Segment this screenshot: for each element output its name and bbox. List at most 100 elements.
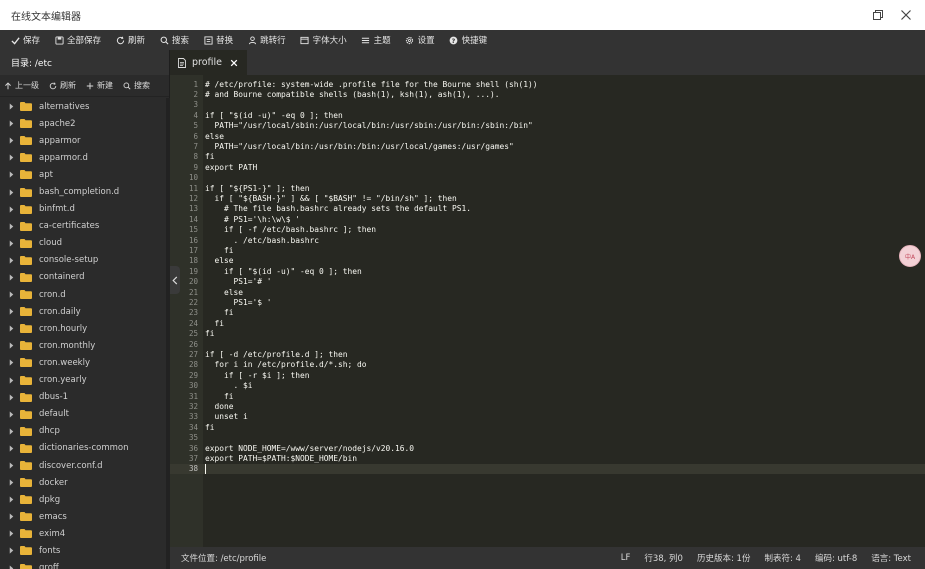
sidebar-search-label: 搜索 (134, 81, 150, 90)
refresh-button[interactable]: 刷新 (109, 30, 153, 50)
file-list-item[interactable]: exim4 (0, 525, 166, 542)
directory-path: 目录: /etc (0, 50, 169, 75)
file-list-item[interactable]: console-setup (0, 252, 166, 269)
code-text: export NODE_HOME=/www/server/nodejs/v20.… (205, 443, 415, 453)
code-text: export PATH=$PATH:$NODE_HOME/bin (205, 454, 358, 464)
search-icon (159, 35, 169, 45)
code-text: # PS1='\h:\w\$ ' (205, 214, 301, 224)
line-number: 11 (188, 183, 198, 193)
folder-icon (20, 255, 32, 265)
code-text: fi (205, 308, 234, 318)
file-list-item[interactable]: dpkg (0, 491, 166, 508)
replace-button[interactable]: 替换 (197, 30, 241, 50)
status-line-ending[interactable]: LF (621, 553, 631, 563)
code-text: fi (205, 318, 225, 328)
sidebar-refresh-button[interactable]: 刷新 (49, 80, 76, 91)
save-button[interactable]: 保存 (4, 30, 48, 50)
line-number: 6 (193, 131, 198, 141)
file-list-item[interactable]: dhcp (0, 423, 166, 440)
goto-line-label: 跳转行 (260, 36, 286, 46)
code-line: 33 unset i (170, 412, 925, 422)
tab-profile[interactable]: profile (170, 50, 247, 75)
file-list-item[interactable]: emacs (0, 508, 166, 525)
status-encoding[interactable]: 编码: utf-8 (815, 552, 857, 564)
file-list-item[interactable]: fonts (0, 542, 166, 559)
folder-icon (20, 307, 32, 317)
refresh-label: 刷新 (128, 36, 146, 46)
file-list-item[interactable]: cron.yearly (0, 372, 166, 389)
editor-tabbar: profile (170, 50, 925, 75)
sidebar-search-button[interactable]: 搜索 (123, 80, 150, 91)
code-editor[interactable]: 1 # /etc/profile: system-wide .profile fi… (170, 75, 925, 547)
search-icon (123, 82, 131, 90)
file-list-item[interactable]: apparmor (0, 132, 166, 149)
code-line: 26 (170, 339, 925, 349)
save-all-button[interactable]: 全部保存 (48, 30, 109, 50)
goto-line-button[interactable]: 跳转行 (241, 30, 294, 50)
file-name: fonts (39, 545, 61, 556)
file-list-item[interactable]: cron.weekly (0, 354, 166, 371)
chevron-right-icon (9, 325, 16, 332)
theme-button[interactable]: 主题 (355, 30, 399, 50)
file-list-item[interactable]: default (0, 406, 166, 423)
status-tab-size[interactable]: 制表符: 4 (764, 552, 800, 564)
goto-line-icon (247, 35, 257, 45)
file-list-item[interactable]: dbus-1 (0, 389, 166, 406)
file-list-item[interactable]: docker (0, 474, 166, 491)
new-file-button[interactable]: 新建 (86, 80, 113, 91)
file-icon (178, 57, 186, 68)
code-line: 19 if [ "$(id -u)" -eq 0 ]; then (170, 266, 925, 276)
code-line: 5 PATH="/usr/local/sbin:/usr/local/bin:/… (170, 121, 925, 131)
file-list-item[interactable]: discover.conf.d (0, 457, 166, 474)
code-line: 27 if [ -d /etc/profile.d ]; then (170, 349, 925, 359)
code-text: PS1='# ' (205, 277, 272, 287)
status-language[interactable]: 语言: Text (871, 552, 911, 564)
font-size-icon (300, 35, 310, 45)
file-list-item[interactable]: containerd (0, 269, 166, 286)
restore-button[interactable] (865, 2, 891, 28)
collapse-sidebar-button[interactable] (170, 266, 180, 294)
close-button[interactable] (893, 2, 919, 28)
file-list-item[interactable]: cron.d (0, 286, 166, 303)
parent-dir-button[interactable]: 上一级 (4, 80, 39, 91)
code-line: 38 (170, 463, 925, 475)
file-name: cron.yearly (39, 375, 87, 386)
file-list-item[interactable]: cron.monthly (0, 337, 166, 354)
file-list-item[interactable]: alternatives (0, 98, 166, 115)
code-line: 21 else (170, 287, 925, 297)
code-line: 31 fi (170, 391, 925, 401)
file-list-item[interactable]: dictionaries-common (0, 440, 166, 457)
search-button[interactable]: 搜索 (153, 30, 197, 50)
file-list-item[interactable]: ca-certificates (0, 218, 166, 235)
status-history[interactable]: 历史版本: 1份 (697, 552, 750, 564)
folder-icon (20, 102, 32, 112)
tab-close-icon[interactable] (230, 59, 238, 67)
file-list-item[interactable]: cloud (0, 235, 166, 252)
file-name: exim4 (39, 528, 66, 539)
file-name: emacs (39, 511, 67, 522)
file-list-item[interactable]: apache2 (0, 115, 166, 132)
code-text: PS1='$ ' (205, 298, 272, 308)
chevron-right-icon (9, 359, 16, 367)
file-list-item[interactable]: cron.daily (0, 303, 166, 320)
input-method-button[interactable]: 中A (899, 245, 921, 267)
code-text: fi (205, 329, 215, 339)
line-number: 38 (188, 464, 198, 474)
status-file-position: 文件位置: /etc/profile (181, 554, 267, 564)
file-list-item[interactable]: apparmor.d (0, 149, 166, 166)
file-list-item[interactable]: bash_completion.d (0, 183, 166, 200)
line-number: 29 (188, 370, 198, 380)
file-name: apache2 (39, 118, 76, 129)
file-list-item[interactable]: groff (0, 560, 166, 569)
font-size-button[interactable]: 字体大小 (294, 30, 355, 50)
file-list-item[interactable]: cron.hourly (0, 320, 166, 337)
code-line: 13 # The file bash.bashrc already sets t… (170, 204, 925, 214)
shortcuts-button[interactable]: ? 快捷键 (443, 30, 496, 50)
file-list-item[interactable]: binfmt.d (0, 201, 166, 218)
help-icon: ? (449, 35, 459, 45)
chevron-right-icon (9, 274, 16, 281)
code-text: else (205, 287, 244, 297)
settings-button[interactable]: 设置 (399, 30, 443, 50)
file-list-item[interactable]: apt (0, 166, 166, 183)
chevron-right-icon (9, 240, 16, 247)
